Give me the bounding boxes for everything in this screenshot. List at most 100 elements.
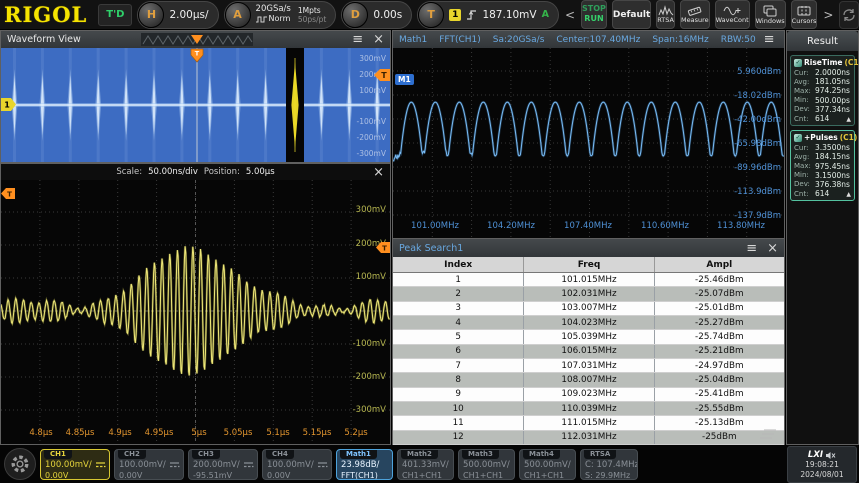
system-status-block[interactable]: LXI 19:08:21 2024/08/01 <box>787 446 857 483</box>
trigger-knob[interactable]: T <box>418 2 444 28</box>
zoom-scale-bar[interactable]: Scale: 50.00ns/div Position: 5.00μs × <box>1 164 390 181</box>
waveform-view-window: Waveform View ≡ × 300mV200mV100mV-100mV-… <box>0 30 391 163</box>
acquire-knob[interactable]: A <box>225 2 251 28</box>
dc-coupling-icon <box>243 461 254 468</box>
table-row[interactable]: 4104.023MHz-25.27dBm <box>393 316 784 330</box>
result-title: Result <box>787 31 858 51</box>
time-resolution: 50ps/pt <box>298 15 326 24</box>
table-row[interactable]: 5105.039MHz-25.74dBm <box>393 330 784 344</box>
expand-caret-icon[interactable]: ▲ <box>846 116 851 123</box>
table-row[interactable]: 6106.015MHz-25.21dBm <box>393 345 784 359</box>
table-cell: -25.46dBm <box>654 273 784 286</box>
axis-label: -89.96dBm <box>734 163 781 173</box>
acquire-control[interactable]: A 20GSa/s Norm 1Mpts 50ps/pt <box>224 1 337 29</box>
channel1-marker[interactable]: 1 <box>1 98 17 111</box>
table-cell: -25.74dBm <box>654 330 784 343</box>
channel-block-ch1[interactable]: CH1 100.00mV/ Ω 0.00V <box>40 449 110 480</box>
table-row[interactable]: 3103.007MHz-25.01dBm <box>393 302 784 316</box>
measurement-risetime[interactable]: ✓ RiseTime (C1) Cur:2.0000nsAvg:181.05ns… <box>790 55 855 126</box>
table-row[interactable]: 7107.031MHz-24.97dBm <box>393 359 784 373</box>
math1-marker[interactable]: M1 <box>395 74 414 85</box>
rtsa-button[interactable]: RTSA <box>656 0 675 29</box>
axis-label: RBW:50 <box>721 35 756 45</box>
table-cell: 4 <box>393 316 523 329</box>
windows-button[interactable]: Windows <box>755 0 786 29</box>
channel-block-ch2[interactable]: CH2 100.00mV/ 0.00V <box>114 449 184 480</box>
column-header: Ampl <box>654 257 784 272</box>
position-value: 5.00μs <box>246 167 275 177</box>
table-cell: 3 <box>393 302 523 315</box>
resize-grip-icon[interactable] <box>760 428 778 440</box>
svg-text:T: T <box>195 50 200 58</box>
horizontal-knob[interactable]: H <box>138 2 164 28</box>
table-cell: 101.015MHz <box>523 273 653 286</box>
speaker-muted-icon <box>826 451 836 460</box>
expand-caret-icon[interactable]: ▲ <box>846 191 851 198</box>
trigger-level-marker[interactable]: T <box>376 242 390 253</box>
table-row[interactable]: 12112.031MHz-25dBm <box>393 431 784 445</box>
axis-label: 300mV <box>356 205 386 215</box>
toolbar-scroll-left[interactable]: < <box>564 8 576 22</box>
menu-icon[interactable]: ≡ <box>746 242 757 255</box>
table-cell: 11 <box>393 416 523 429</box>
memory-depth: 1Mpts <box>298 6 326 15</box>
math-block-math1[interactable]: Math1 23.98dB/ FFT(CH1) <box>336 449 393 480</box>
menu-icon[interactable]: ≡ <box>764 33 775 46</box>
horizontal-scale-control[interactable]: H 2.00μs/ <box>137 1 218 29</box>
axis-label: 100mV <box>356 272 386 282</box>
close-icon[interactable]: × <box>373 165 384 180</box>
channel-block-ch3[interactable]: CH3 200.00mV/ Ω -95.51mV <box>188 449 258 480</box>
table-row[interactable]: 2102.031MHz-25.07dBm <box>393 287 784 301</box>
math-block-math2[interactable]: Math2 401.33mV/ CH1+CH1 <box>397 449 454 480</box>
trigger-control[interactable]: T 1 187.10mV A <box>417 1 559 29</box>
table-cell: -25.41dBm <box>654 388 784 401</box>
stop-run-button[interactable]: STOP RUN <box>581 0 607 29</box>
fft-title: Math1FFT(CH1)Sa:20GSa/sCenter:107.40MHzS… <box>399 35 756 45</box>
zoom-plot[interactable]: 300mV200mV100mV-100mV-200mV-300mV 4.8μs4… <box>1 180 390 444</box>
axis-label: 4.95μs <box>145 428 174 438</box>
checkbox-icon[interactable]: ✓ <box>794 134 802 142</box>
trigger-level-value: 187.10mV <box>482 9 536 21</box>
channel-block-ch4[interactable]: CH4 100.00mV/ 0.00V <box>262 449 332 480</box>
delay-knob[interactable]: D <box>342 2 368 28</box>
cursors-button[interactable]: Cursors <box>791 0 818 29</box>
measurement-pulses[interactable]: ✓ +Pulses (C1) Cur:3.3500nsAvg:184.15nsM… <box>790 130 855 201</box>
axis-label: 100mV <box>359 86 386 95</box>
table-cell: 5 <box>393 330 523 343</box>
menu-icon[interactable]: ≡ <box>352 33 363 46</box>
trigger-sweep-mode: A <box>542 9 549 20</box>
toolbar-scroll-right[interactable]: > <box>822 8 834 22</box>
position-label: Position: <box>204 167 240 177</box>
table-row[interactable]: 10110.039MHz-25.55dBm <box>393 402 784 416</box>
rotate-screen-button[interactable] <box>839 1 859 29</box>
table-row[interactable]: 11111.015MHz-25.13dBm <box>393 416 784 430</box>
checkbox-icon[interactable]: ✓ <box>794 59 802 67</box>
axis-label: -113.9dBm <box>734 187 781 197</box>
wavecont-button[interactable]: WaveCont <box>715 0 750 29</box>
overview-plot[interactable]: 300mV200mV100mV-100mV-200mV-300mV T 1 T <box>1 48 390 162</box>
table-cell: 109.023MHz <box>523 388 653 401</box>
rtsa-block[interactable]: RTSA C: 107.4MHz S: 29.9MHz <box>580 449 638 480</box>
waveform-view-header[interactable]: Waveform View ≡ × <box>1 31 390 48</box>
trigger-time-marker[interactable]: T <box>190 48 205 64</box>
delay-control[interactable]: D 0.00s <box>341 1 412 29</box>
drag-handle-zigzag[interactable] <box>141 33 253 46</box>
axis-label: -100mV <box>357 117 386 126</box>
settings-button[interactable] <box>4 448 36 480</box>
default-button[interactable]: Default <box>612 0 651 29</box>
table-row[interactable]: 8108.007MHz-25.04dBm <box>393 373 784 387</box>
trigger-offscreen-marker[interactable]: T <box>1 188 15 199</box>
measure-button[interactable]: Measure <box>680 0 710 29</box>
close-icon[interactable]: × <box>373 33 384 46</box>
close-icon[interactable]: × <box>767 242 778 255</box>
table-row[interactable]: 1101.015MHz-25.46dBm <box>393 273 784 287</box>
fft-plot[interactable]: M1 5.960dBm-18.02dBm-42.00dBm-65.98dBm-8… <box>393 48 784 238</box>
math-block-math4[interactable]: Math4 500.00mV/ CH1+CH1 <box>519 449 576 480</box>
peak-search-header[interactable]: Peak Search1 ≡ × <box>393 239 784 257</box>
axis-label: 5.05μs <box>224 428 253 438</box>
axis-label: 4.9μs <box>108 428 131 438</box>
table-row[interactable]: 9109.023MHz-25.41dBm <box>393 388 784 402</box>
fft-header[interactable]: Math1FFT(CH1)Sa:20GSa/sCenter:107.40MHzS… <box>393 31 784 48</box>
trigger-level-marker[interactable]: T <box>374 69 390 81</box>
math-block-math3[interactable]: Math3 500.00mV/ CH1+CH1 <box>458 449 515 480</box>
